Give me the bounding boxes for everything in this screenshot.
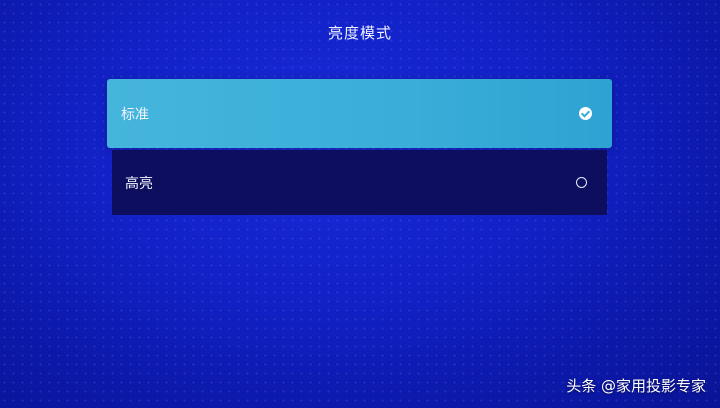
watermark: 头条 @家用投影专家 [566,377,706,395]
option-label: 高亮 [125,175,153,192]
check-circle-icon [579,107,592,120]
radio-circle-icon [576,177,587,188]
option-high-brightness[interactable]: 高亮 [112,150,607,215]
page-title: 亮度模式 [327,24,392,42]
option-label: 标准 [121,106,149,123]
option-standard[interactable]: 标准 [107,79,612,148]
